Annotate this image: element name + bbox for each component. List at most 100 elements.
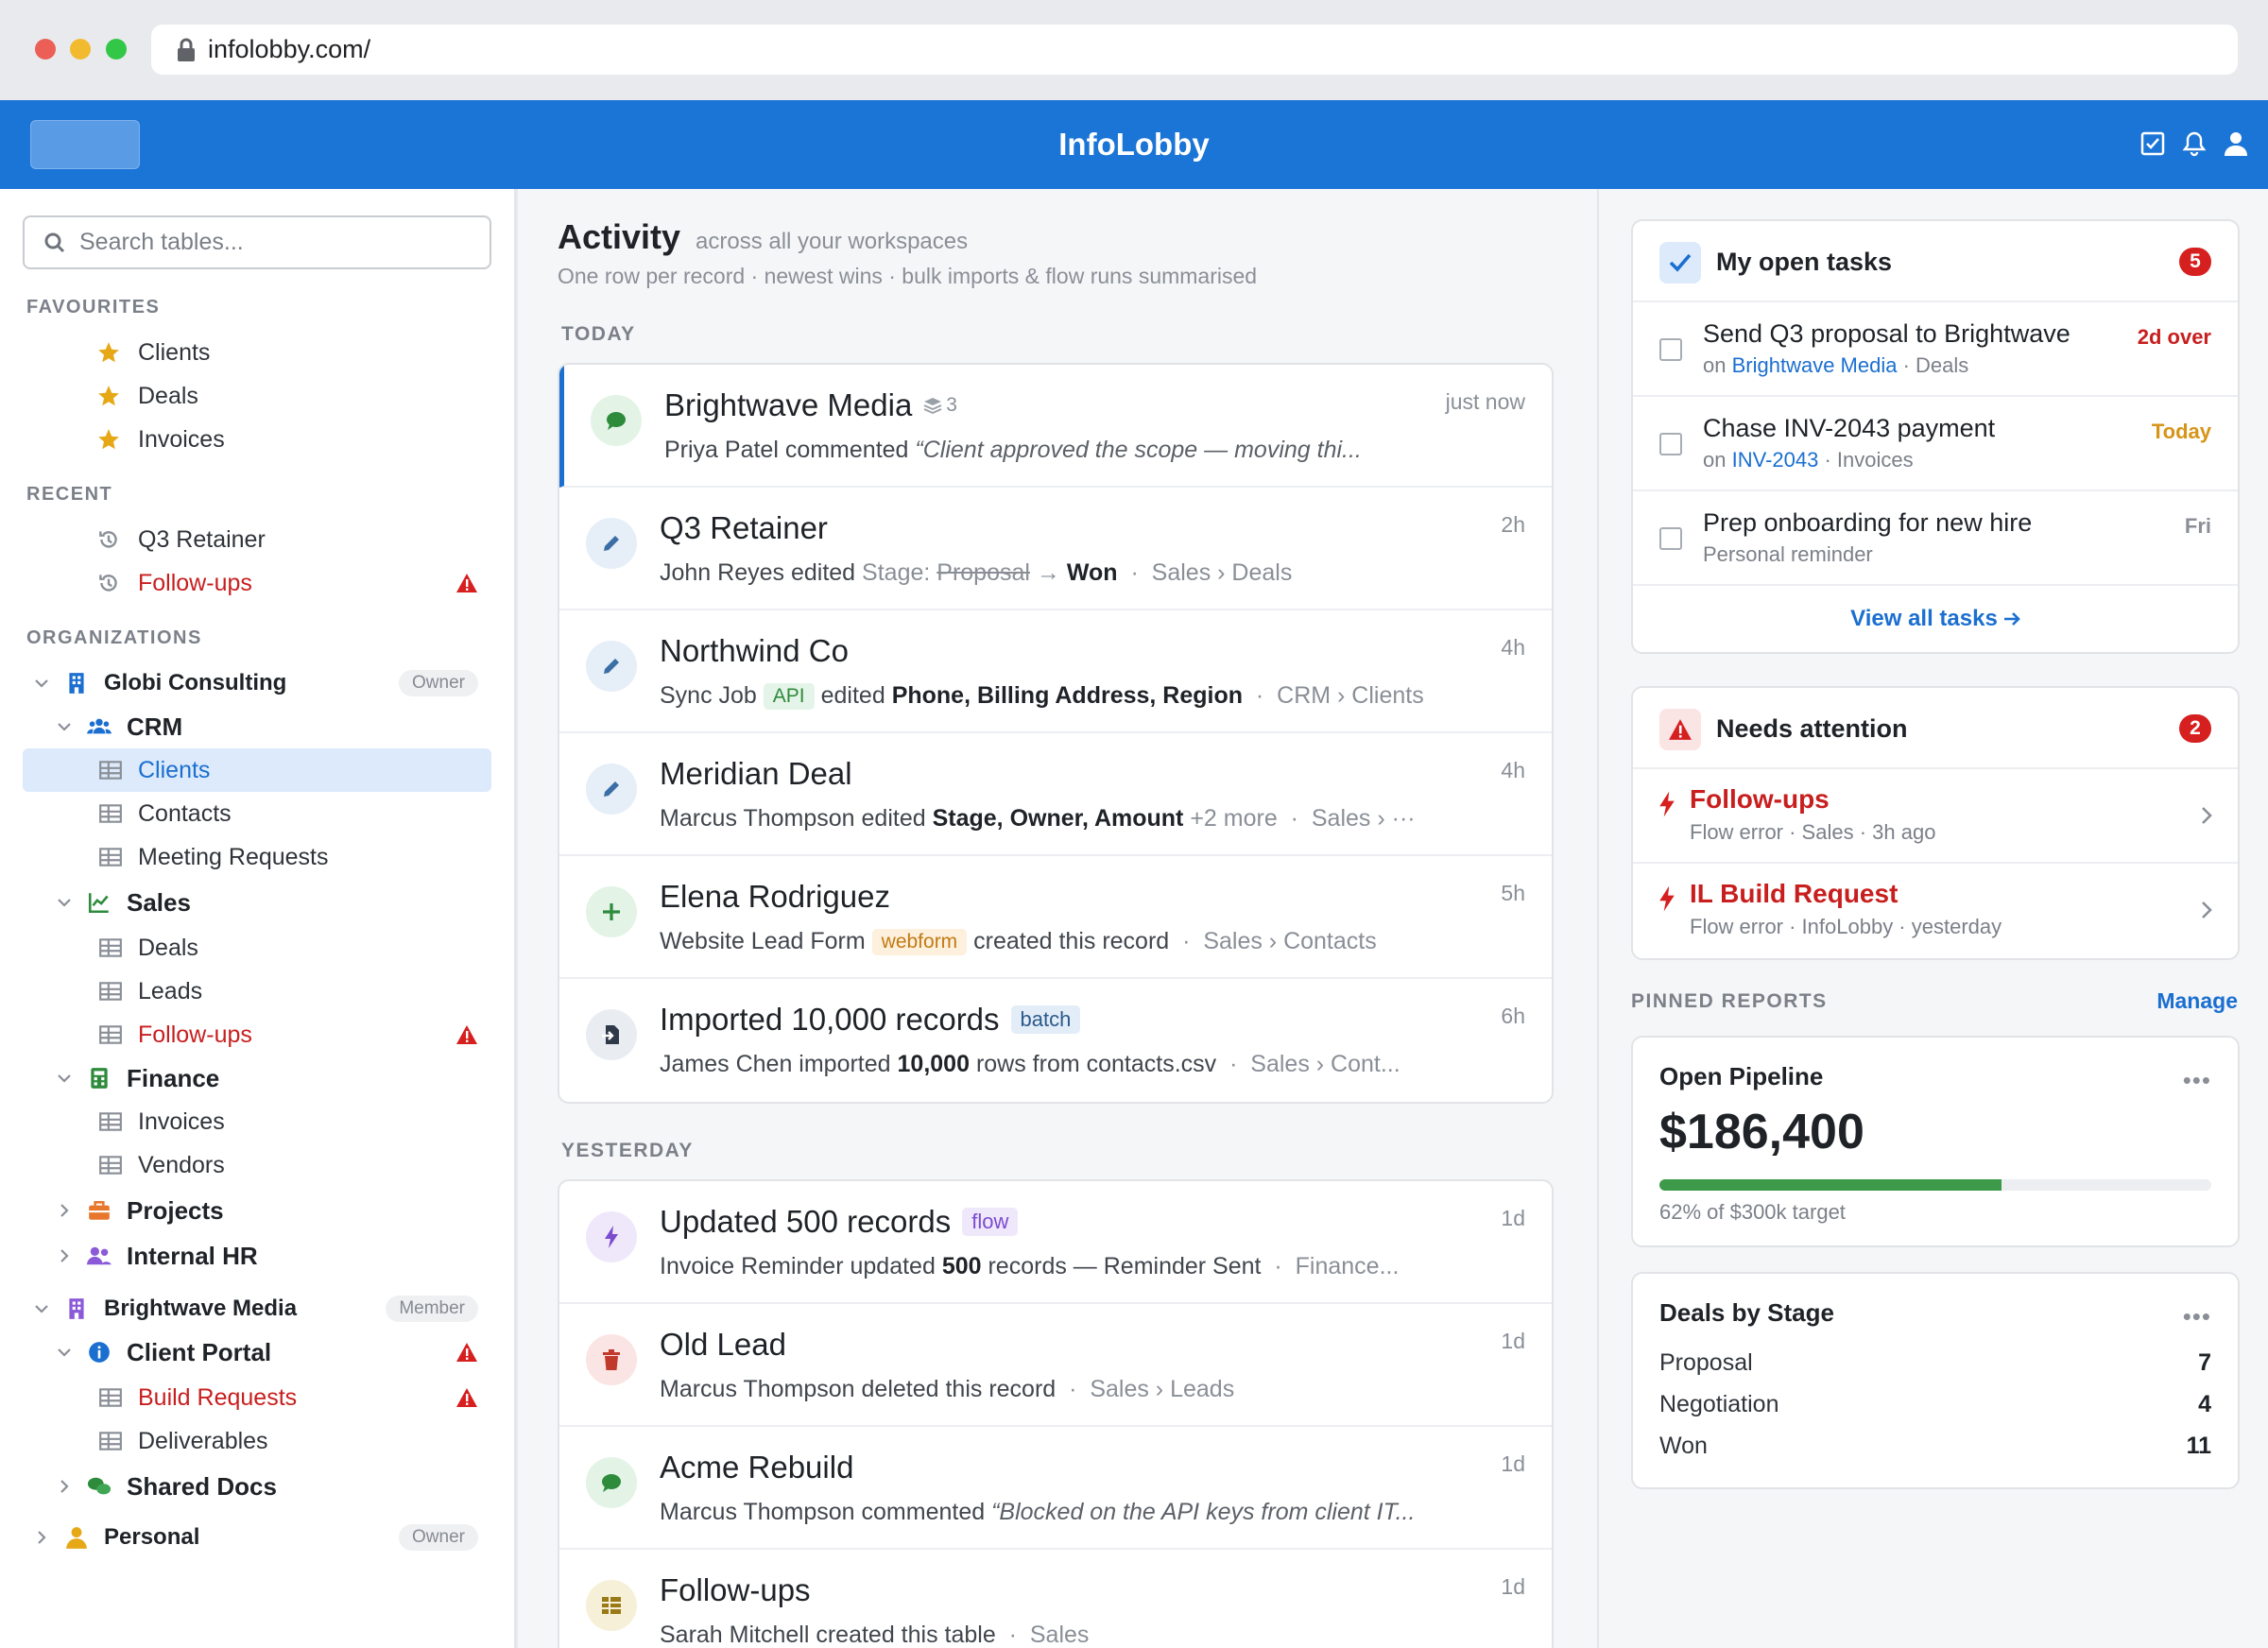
chevron-right-icon[interactable]	[55, 1246, 74, 1265]
table-deals[interactable]: Deals	[23, 926, 491, 970]
table-contacts[interactable]: Contacts	[23, 792, 491, 835]
feed-item-title[interactable]: Brightwave Media	[664, 387, 912, 423]
table-icon	[99, 1432, 122, 1451]
favourite-invoices[interactable]: Invoices	[23, 418, 491, 461]
breadcrumb[interactable]: Sales › Contacts	[1203, 928, 1376, 954]
feed-item-title[interactable]: Follow-ups	[660, 1572, 811, 1608]
breadcrumb[interactable]: Sales	[1030, 1622, 1090, 1648]
table-invoices[interactable]: Invoices	[23, 1100, 491, 1143]
attention-item[interactable]: Follow-ups Flow error · Sales · 3h ago	[1633, 769, 2238, 864]
workspace-crm[interactable]: CRM	[23, 705, 491, 748]
task-item[interactable]: Chase INV-2043 payment on INV-2043 · Inv…	[1633, 397, 2238, 491]
table-search[interactable]	[23, 215, 491, 269]
recent-follow-ups[interactable]: Follow-ups	[23, 561, 491, 605]
record-link[interactable]: INV-2043	[1732, 448, 1819, 472]
task-checkbox[interactable]	[1659, 433, 1682, 455]
task-item[interactable]: Prep onboarding for new hire Personal re…	[1633, 491, 2238, 586]
org-personal[interactable]: Personal Owner	[23, 1516, 491, 1559]
table-deliverables[interactable]: Deliverables	[23, 1419, 491, 1463]
task-title[interactable]: Send Q3 proposal to Brightwave	[1703, 319, 2070, 349]
feed-item[interactable]: Follow-ups Sarah Mitchell created this t…	[559, 1550, 1552, 1648]
bell-icon[interactable]	[2179, 129, 2209, 159]
view-all-tasks-link[interactable]: View all tasks	[1633, 586, 2238, 652]
feed-item-title[interactable]: Q3 Retainer	[660, 510, 828, 546]
warning-icon	[456, 574, 477, 592]
tasks-icon[interactable]	[2138, 129, 2168, 159]
breadcrumb[interactable]: Sales › Cont...	[1250, 1051, 1400, 1077]
window-close-button[interactable]	[35, 39, 56, 60]
workspace-sales[interactable]: Sales	[23, 881, 491, 924]
breadcrumb[interactable]: CRM › Clients	[1277, 682, 1424, 709]
table-meeting-requests[interactable]: Meeting Requests	[23, 835, 491, 879]
chevron-right-icon[interactable]	[55, 1477, 74, 1496]
needs-attention-card: Needs attention 2 Follow-ups Flow error …	[1631, 686, 2240, 960]
breadcrumb[interactable]: Sales › Leads	[1090, 1376, 1234, 1402]
recent-q3-retainer[interactable]: Q3 Retainer	[23, 518, 491, 561]
task-checkbox[interactable]	[1659, 527, 1682, 550]
breadcrumb[interactable]: Sales › Deals	[1152, 559, 1293, 586]
more-options-icon[interactable]: •••	[2183, 1066, 2211, 1095]
attention-item[interactable]: IL Build Request Flow error · InfoLobby …	[1633, 864, 2238, 958]
org-globi-consulting[interactable]: Globi Consulting Owner	[23, 661, 491, 705]
feed-item-title[interactable]: Updated 500 records	[660, 1204, 951, 1240]
feed-item-title[interactable]: Acme Rebuild	[660, 1450, 853, 1485]
workspace-switcher-button[interactable]	[30, 120, 140, 169]
favourite-clients[interactable]: Clients	[23, 331, 491, 374]
more-options-icon[interactable]: •••	[2183, 1302, 2211, 1331]
feed-item[interactable]: Q3 Retainer John Reyes edited Stage: Pro…	[559, 488, 1552, 610]
window-maximize-button[interactable]	[106, 39, 127, 60]
workspace-projects[interactable]: Projects	[23, 1189, 491, 1232]
chevron-right-icon[interactable]	[55, 1201, 74, 1220]
warning-icon	[1659, 709, 1701, 750]
workspace-finance[interactable]: Finance	[23, 1056, 491, 1100]
task-item[interactable]: Send Q3 proposal to Brightwave on Bright…	[1633, 302, 2238, 397]
feed-item[interactable]: Meridian Deal Marcus Thompson edited Sta…	[559, 733, 1552, 856]
feed-item-title[interactable]: Elena Rodriguez	[660, 879, 890, 915]
report-open-pipeline[interactable]: Open Pipeline ••• $186,400 62% of $300k …	[1631, 1036, 2240, 1247]
feed-item[interactable]: Old Lead Marcus Thompson deleted this re…	[559, 1304, 1552, 1427]
workspace-shared-docs[interactable]: Shared Docs	[23, 1465, 491, 1508]
workspace-internal-hr[interactable]: Internal HR	[23, 1234, 491, 1278]
table-vendors[interactable]: Vendors	[23, 1143, 491, 1187]
user-icon[interactable]	[2221, 129, 2251, 159]
feed-item-title[interactable]: Northwind Co	[660, 633, 849, 669]
feed-item-title[interactable]: Imported 10,000 records	[660, 1002, 1000, 1038]
table-clients[interactable]: Clients	[23, 748, 491, 792]
feed-item[interactable]: Northwind Co Sync Job API edited Phone, …	[559, 610, 1552, 733]
task-title[interactable]: Chase INV-2043 payment	[1703, 414, 1995, 443]
breadcrumb[interactable]: Finance...	[1296, 1253, 1400, 1279]
chevron-down-icon[interactable]	[32, 674, 51, 693]
table-build-requests[interactable]: Build Requests	[23, 1376, 491, 1419]
table-follow-ups[interactable]: Follow-ups	[23, 1013, 491, 1056]
task-title[interactable]: Prep onboarding for new hire	[1703, 508, 2032, 538]
table-leads[interactable]: Leads	[23, 970, 491, 1013]
feed-item[interactable]: Imported 10,000 records batch James Chen …	[559, 979, 1552, 1102]
org-brightwave-media[interactable]: Brightwave Media Member	[23, 1287, 491, 1330]
stack-count: 3	[923, 394, 957, 417]
favourite-deals[interactable]: Deals	[23, 374, 491, 418]
report-deals-by-stage[interactable]: Deals by Stage ••• Proposal 7 Negotiation…	[1631, 1272, 2240, 1489]
workspace-client-portal[interactable]: Client Portal	[23, 1330, 491, 1374]
timestamp: 2h	[1501, 512, 1525, 537]
feed-item-title[interactable]: Meridian Deal	[660, 756, 852, 792]
breadcrumb[interactable]: Sales › ···	[1312, 805, 1416, 832]
address-bar[interactable]: infolobby.com/	[151, 25, 2238, 75]
feed-item-title[interactable]: Old Lead	[660, 1327, 786, 1363]
feed-item[interactable]: Acme Rebuild Marcus Thompson commented “…	[559, 1427, 1552, 1550]
chevron-down-icon[interactable]	[55, 717, 74, 736]
table-icon	[99, 1112, 122, 1131]
chevron-down-icon[interactable]	[32, 1299, 51, 1318]
chevron-right-icon[interactable]	[32, 1528, 51, 1547]
feed-item[interactable]: Brightwave Media 3 Priya Patel commented…	[559, 365, 1552, 488]
manage-reports-link[interactable]: Manage	[2156, 988, 2238, 1014]
chevron-down-icon[interactable]	[55, 1069, 74, 1088]
chevron-down-icon[interactable]	[55, 1343, 74, 1362]
task-checkbox[interactable]	[1659, 338, 1682, 361]
window-minimize-button[interactable]	[70, 39, 91, 60]
feed-item[interactable]: Updated 500 records flow Invoice Reminder…	[559, 1181, 1552, 1304]
search-input[interactable]	[79, 229, 476, 256]
chevron-down-icon[interactable]	[55, 893, 74, 912]
record-link[interactable]: Brightwave Media	[1732, 353, 1898, 377]
lock-icon	[178, 38, 195, 61]
feed-item[interactable]: Elena Rodriguez Website Lead Form webfor…	[559, 856, 1552, 979]
